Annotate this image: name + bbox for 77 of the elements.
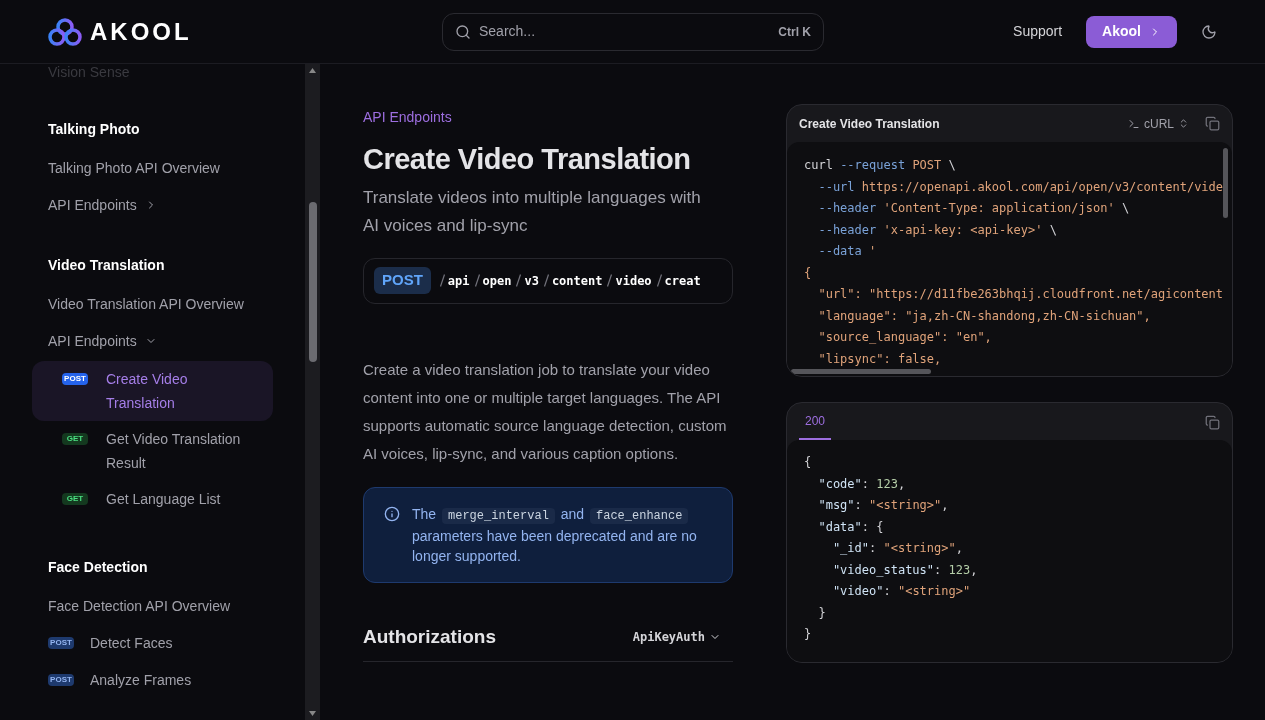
code-line: "language": "ja,zh-CN-shandong,zh-CN-sichuan", bbox=[817, 307, 1151, 325]
support-link[interactable]: Support bbox=[1013, 21, 1063, 42]
search-icon bbox=[455, 23, 471, 40]
code-line: --url https://openapi.akool.com/api/open/v3/content/vide bbox=[817, 178, 1224, 196]
search-field[interactable]: Search... Ctrl K bbox=[442, 12, 824, 51]
sidebar-item[interactable]: POST Detect Faces bbox=[48, 633, 173, 653]
info-icon bbox=[384, 505, 400, 522]
sidebar-item[interactable]: Video Translation API Overview bbox=[48, 294, 244, 314]
method-badge: POST bbox=[48, 637, 74, 649]
section-heading: Video Translation bbox=[48, 256, 166, 275]
slash-icon bbox=[516, 274, 522, 287]
terminal-icon bbox=[1128, 117, 1140, 130]
slash-icon bbox=[439, 274, 445, 287]
path-text: content bbox=[551, 272, 603, 290]
language-selector[interactable]: cURL bbox=[1128, 114, 1189, 133]
code-line: } bbox=[804, 626, 812, 643]
path-text: creat bbox=[664, 272, 701, 290]
code-line: curl --request POST \ bbox=[804, 157, 956, 174]
copy-icon[interactable] bbox=[1205, 116, 1220, 131]
code-line: } bbox=[817, 604, 826, 622]
code-line: "code": 123, bbox=[817, 475, 906, 493]
code-line: --header 'Content-Type: application/json' \ bbox=[817, 200, 1130, 217]
breadcrumb[interactable]: API Endpoints bbox=[363, 107, 733, 128]
slash-icon bbox=[607, 274, 613, 287]
scroll-thumb[interactable] bbox=[308, 202, 317, 362]
code-line: "video_status": 123, bbox=[831, 561, 978, 579]
description: Create a video translation job to translate your video content into one or multiple target languages. The API supports automatic source language detection, custom AI voices, lip-sync, and various caption options. bbox=[363, 359, 728, 464]
slash-icon bbox=[656, 274, 662, 287]
scrollbar[interactable] bbox=[305, 64, 320, 720]
page-title: Create Video Translation bbox=[363, 142, 692, 177]
theme-toggle-icon[interactable] bbox=[1201, 23, 1217, 40]
section-heading: Face Detection bbox=[48, 558, 149, 577]
path-text: open bbox=[482, 272, 512, 290]
sidebar-item[interactable]: API Endpoints bbox=[48, 195, 157, 215]
code-line: "_id": "<string>", bbox=[831, 540, 963, 557]
sidebar-item[interactable]: API Endpoints bbox=[48, 331, 157, 351]
sidebar-item[interactable]: POST Analyze Frames bbox=[48, 670, 192, 690]
sort-icon bbox=[1178, 118, 1189, 129]
code-line: { bbox=[804, 454, 812, 471]
path-text: v3 bbox=[524, 272, 539, 290]
code-line: { bbox=[804, 264, 812, 282]
method-badge: POST bbox=[48, 674, 74, 686]
page-subtitle: Translate videos into multiple languages with AI voices and lip-sync bbox=[363, 186, 702, 237]
copy-icon[interactable] bbox=[1205, 415, 1220, 430]
endpoint-link[interactable]: GET Get Video Translation Result bbox=[32, 421, 273, 481]
section-heading: Talking Photo bbox=[48, 120, 141, 139]
search-placeholder: Search... bbox=[479, 22, 537, 41]
scroll-down-icon[interactable] bbox=[309, 711, 316, 716]
panel-title: Create Video Translation bbox=[799, 115, 941, 133]
code-line: "msg": "<string>", bbox=[817, 497, 949, 514]
logo-text: AKOOL bbox=[90, 16, 192, 47]
slash-icon bbox=[543, 274, 549, 287]
endpoint-link[interactable]: GET Get Language List bbox=[32, 481, 273, 517]
endpoint-link[interactable]: POST Create Video Translation bbox=[32, 361, 273, 421]
code-line: "video": "<string>" bbox=[831, 583, 971, 600]
method-badge: POST bbox=[62, 373, 88, 385]
shortcut-hint: Ctrl K bbox=[778, 23, 811, 41]
code-line: --header 'x-api-key: <api-key>' \ bbox=[817, 221, 1057, 239]
logo-icon bbox=[48, 17, 82, 46]
sidebar-item[interactable]: Face Detection API Overview bbox=[48, 596, 231, 616]
code-line: "lipsync": false, bbox=[817, 350, 942, 368]
section-title: Authorizations bbox=[363, 624, 496, 649]
code-line: "url": "https://d11fbe263bhqij.cloudfront.net/agicontent bbox=[817, 286, 1224, 303]
code-line: "data": { bbox=[817, 518, 884, 536]
code-line: "source_language": "en", bbox=[817, 329, 992, 346]
notice-text: The merge_interval and face_enhance parameters have been deprecated and are no longer supported. bbox=[412, 504, 698, 566]
auth-dropdown[interactable]: ApiKeyAuth bbox=[632, 627, 721, 646]
scroll-up-icon[interactable] bbox=[309, 68, 316, 73]
method-badge: POST bbox=[374, 267, 431, 294]
code-line: --data ' bbox=[817, 243, 877, 260]
akool-button[interactable]: Akool bbox=[1086, 15, 1177, 48]
path-text: video bbox=[615, 272, 652, 290]
method-badge: GET bbox=[62, 433, 88, 445]
method-badge: GET bbox=[62, 493, 88, 505]
slash-icon bbox=[474, 274, 480, 287]
sidebar-item[interactable]: Talking Photo API Overview bbox=[48, 158, 220, 178]
path-text: api bbox=[447, 272, 470, 290]
